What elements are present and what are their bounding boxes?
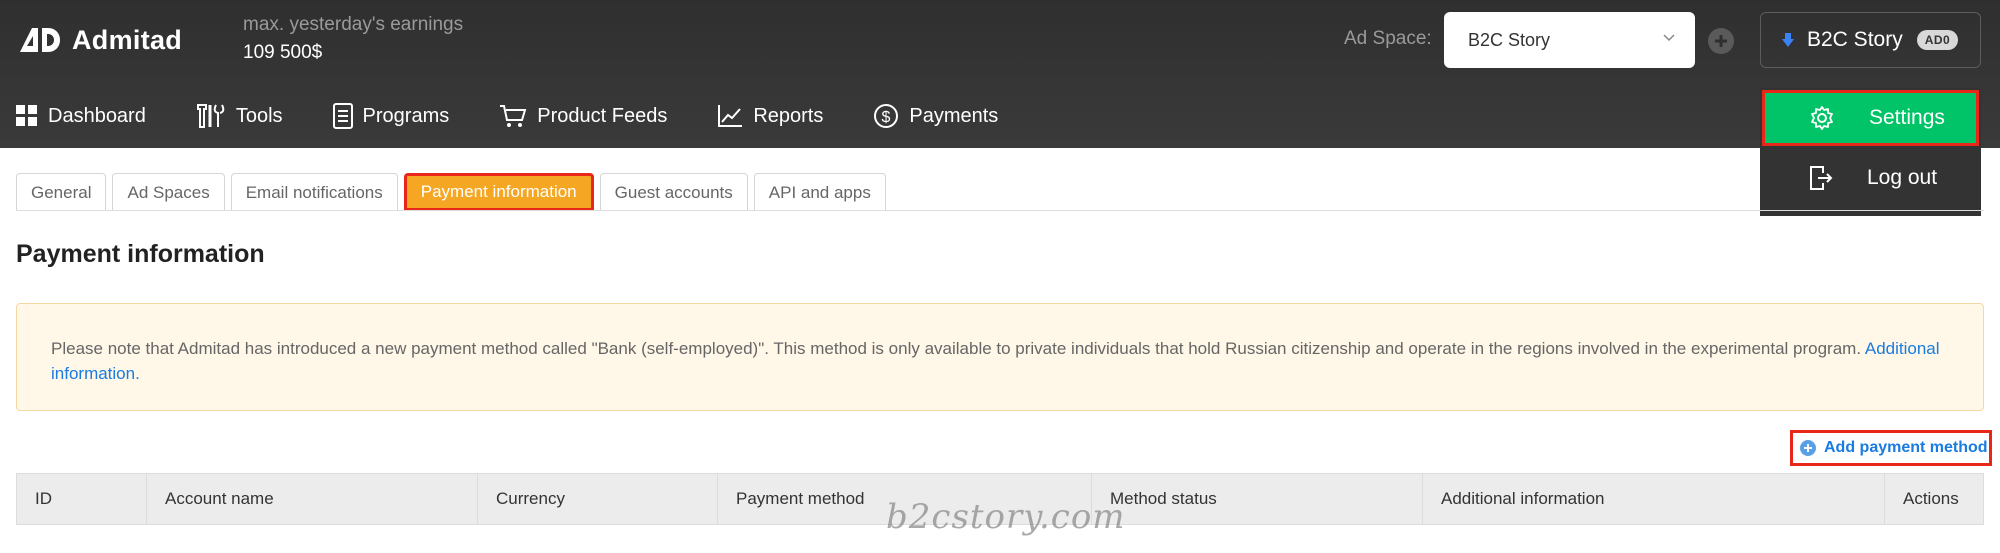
notice-box: Please note that Admitad has introduced … (16, 303, 1984, 411)
main-nav: Dashboard Tools Programs Product Feeds R… (0, 96, 998, 136)
tab-guest-accounts[interactable]: Guest accounts (599, 173, 748, 211)
plus-circle-icon (1800, 440, 1816, 456)
add-payment-method-label: Add payment method (1824, 439, 1988, 456)
tab-api-and-apps[interactable]: API and apps (753, 173, 886, 211)
nav-dashboard-label: Dashboard (48, 104, 146, 127)
nav-reports-label: Reports (753, 104, 824, 127)
grid-icon (16, 105, 37, 126)
tab-payment-information[interactable]: Payment information (403, 173, 594, 211)
tab-email-notifications[interactable]: Email notifications (230, 173, 398, 211)
nav-product-feeds[interactable]: Product Feeds (499, 104, 667, 128)
plus-icon (1715, 35, 1727, 47)
notice-text: Please note that Admitad has introduced … (51, 339, 1865, 358)
column-header-id[interactable]: ID (17, 474, 147, 524)
cart-icon (500, 105, 527, 127)
chart-icon (718, 105, 743, 127)
logout-label: Log out (1867, 166, 1938, 189)
settings-menu-item[interactable]: Settings (1762, 90, 1979, 146)
tab-general[interactable]: General (16, 173, 107, 211)
column-header-account-name[interactable]: Account name (147, 474, 478, 524)
brand-name: Admitad (72, 24, 183, 55)
chevron-down-icon (1663, 34, 1675, 42)
column-header-additional-information[interactable]: Additional information (1423, 474, 1885, 524)
nav-payments-label: Payments (909, 104, 999, 127)
document-icon (332, 103, 353, 129)
column-header-method-status[interactable]: Method status (1092, 474, 1423, 524)
column-header-currency[interactable]: Currency (478, 474, 718, 524)
tabs-divider (16, 210, 1984, 211)
nav-programs[interactable]: Programs (332, 103, 450, 129)
page-title: Payment information (16, 240, 265, 268)
user-menu-button[interactable]: B2C Story AD0 (1760, 12, 1981, 68)
dollar-icon: $ (874, 104, 899, 128)
svg-text:$: $ (882, 109, 891, 126)
nav-programs-label: Programs (362, 104, 450, 127)
watermark: b2cstory.com (886, 497, 1126, 537)
earnings-label: max. yesterday's earnings (243, 14, 464, 35)
nav-tools[interactable]: Tools (196, 103, 283, 129)
nav-payments[interactable]: $ Payments (873, 103, 998, 129)
earnings-value: 109 500$ (243, 42, 323, 63)
user-badge: AD0 (1916, 30, 1959, 50)
nav-tools-label: Tools (235, 104, 283, 127)
ad-space-label: Ad Space: (1344, 28, 1432, 49)
ad-space-select[interactable]: B2C Story (1444, 12, 1695, 68)
logout-icon (1810, 166, 1833, 190)
column-header-actions[interactable]: Actions (1885, 474, 1983, 524)
ad-space-selected: B2C Story (1468, 29, 1551, 50)
gear-icon (1811, 106, 1833, 130)
user-status-arrow-icon (1782, 33, 1794, 47)
nav-dashboard[interactable]: Dashboard (16, 105, 146, 128)
user-dropdown-menu: Settings Log out (1760, 88, 1981, 216)
tools-icon (196, 104, 225, 128)
admitad-logo[interactable]: Admitad (18, 24, 182, 56)
nav-reports[interactable]: Reports (717, 104, 823, 128)
user-name: B2C Story (1807, 28, 1903, 51)
add-payment-method-button[interactable]: Add payment method (1790, 430, 1992, 466)
tab-ad-spaces[interactable]: Ad Spaces (112, 173, 225, 211)
nav-product-feeds-label: Product Feeds (537, 104, 668, 127)
settings-label: Settings (1869, 106, 1945, 129)
settings-tabs: General Ad Spaces Email notifications Pa… (16, 173, 892, 211)
add-ad-space-button[interactable] (1708, 28, 1734, 54)
top-bar: Admitad max. yesterday's earnings 109 50… (0, 0, 2000, 148)
admitad-logo-icon (20, 28, 60, 52)
logout-menu-item[interactable]: Log out (1762, 150, 1979, 206)
